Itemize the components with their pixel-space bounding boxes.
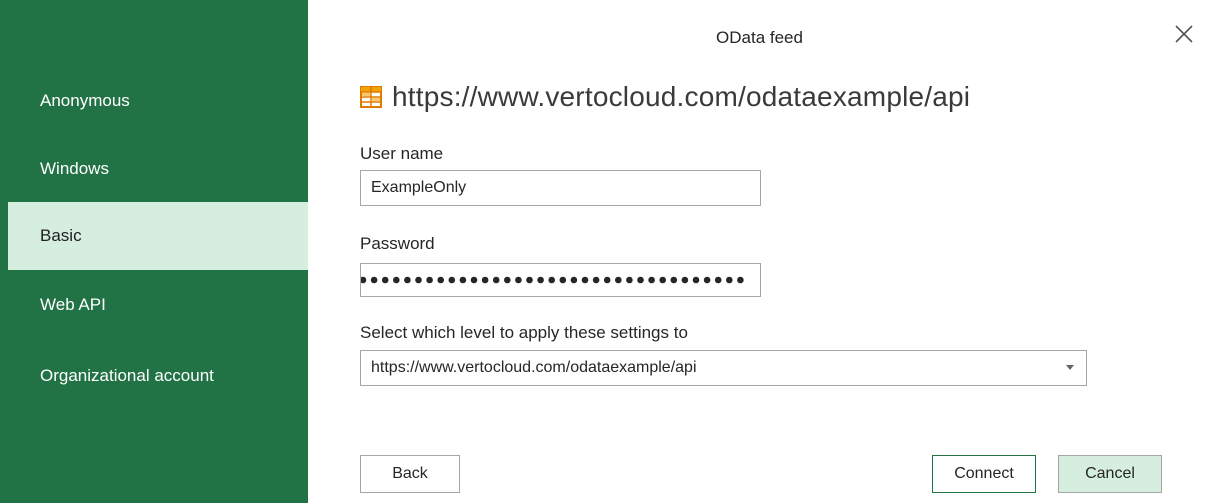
password-dot bbox=[648, 276, 655, 284]
feed-url-heading: https://www.vertocloud.com/odataexample/… bbox=[360, 77, 970, 117]
password-dot bbox=[381, 276, 389, 284]
password-dot bbox=[459, 276, 467, 284]
password-dot bbox=[615, 276, 622, 284]
sidebar-item-anonymous[interactable]: Anonymous bbox=[8, 67, 308, 135]
password-dot bbox=[581, 276, 589, 284]
back-button[interactable]: Back bbox=[360, 455, 460, 493]
password-mask bbox=[361, 264, 760, 296]
password-dot bbox=[504, 276, 511, 284]
password-dot bbox=[492, 276, 500, 284]
level-label: Select which level to apply these settin… bbox=[360, 323, 688, 342]
close-button[interactable] bbox=[1170, 20, 1198, 48]
password-dot bbox=[415, 276, 422, 284]
password-dot bbox=[626, 276, 633, 284]
password-dot bbox=[448, 276, 456, 284]
password-dot bbox=[537, 276, 544, 284]
chevron-down-icon bbox=[1066, 365, 1074, 370]
password-dot bbox=[559, 276, 567, 284]
password-dot bbox=[437, 276, 444, 284]
sidebar-item-windows[interactable]: Windows bbox=[8, 135, 308, 203]
password-dot bbox=[361, 276, 367, 284]
password-dot bbox=[726, 276, 733, 284]
password-dot bbox=[714, 276, 722, 284]
odata-feed-dialog: Anonymous Windows Basic Web API Organiza… bbox=[0, 0, 1211, 503]
password-dot bbox=[481, 276, 489, 284]
sidebar-item-label: Web API bbox=[40, 295, 106, 314]
table-feed-icon bbox=[360, 86, 382, 108]
password-dot bbox=[637, 276, 644, 284]
username-input[interactable] bbox=[360, 170, 761, 206]
password-dot bbox=[404, 276, 411, 284]
sidebar-item-label: Basic bbox=[40, 226, 82, 245]
password-dot bbox=[603, 276, 611, 284]
sidebar-item-basic[interactable]: Basic bbox=[8, 202, 308, 270]
sidebar-item-label: Organizational account bbox=[40, 366, 214, 385]
password-dot bbox=[681, 276, 689, 284]
password-dot bbox=[692, 276, 700, 284]
password-dot bbox=[515, 276, 522, 284]
password-dot bbox=[703, 276, 711, 284]
password-dot bbox=[548, 276, 555, 284]
sidebar-item-web-api[interactable]: Web API bbox=[8, 271, 308, 339]
password-dot bbox=[670, 276, 678, 284]
sidebar-item-label: Anonymous bbox=[40, 91, 130, 110]
sidebar-item-label: Windows bbox=[40, 159, 109, 178]
password-label: Password bbox=[360, 234, 435, 253]
password-dot bbox=[592, 276, 600, 284]
password-dots bbox=[361, 276, 744, 284]
dialog-title: OData feed bbox=[716, 28, 803, 47]
password-dot bbox=[426, 276, 433, 284]
cancel-button[interactable]: Cancel bbox=[1058, 455, 1162, 493]
sidebar-item-organizational-account[interactable]: Organizational account bbox=[8, 342, 308, 410]
password-dot bbox=[659, 276, 666, 284]
level-select[interactable]: https://www.vertocloud.com/odataexample/… bbox=[360, 350, 1087, 386]
connect-button[interactable]: Connect bbox=[932, 455, 1036, 493]
password-dot bbox=[737, 276, 744, 284]
auth-sidebar: Anonymous Windows Basic Web API Organiza… bbox=[0, 0, 308, 503]
password-dot bbox=[393, 276, 400, 284]
password-dot bbox=[526, 276, 533, 284]
feed-url: https://www.vertocloud.com/odataexample/… bbox=[392, 81, 971, 112]
password-dot bbox=[570, 276, 578, 284]
password-dot bbox=[370, 276, 378, 284]
password-input[interactable] bbox=[360, 263, 761, 297]
username-label: User name bbox=[360, 144, 444, 163]
close-icon bbox=[1175, 25, 1193, 43]
level-selected-value: https://www.vertocloud.com/odataexample/… bbox=[371, 359, 697, 376]
password-dot bbox=[470, 276, 478, 284]
